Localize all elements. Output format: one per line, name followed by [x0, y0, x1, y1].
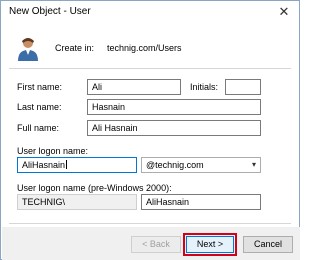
logon-name-value: AliHasnain [22, 160, 66, 170]
pre2000-label: User logon name (pre-Windows 2000): [17, 183, 172, 193]
first-name-field[interactable]: Ali [87, 79, 181, 95]
logon-name-label: User logon name: [17, 146, 89, 156]
last-name-field[interactable]: Hasnain [87, 99, 261, 115]
text-caret [66, 160, 68, 169]
cancel-button[interactable]: Cancel [243, 236, 293, 253]
title-bar: New Object - User ✕ [1, 1, 299, 23]
new-object-user-dialog: New Object - User ✕ Create in: technig.c… [0, 0, 300, 260]
next-button-highlight [183, 233, 237, 256]
footer-divider [9, 223, 291, 224]
full-name-label: Full name: [17, 123, 60, 133]
header-divider [9, 68, 291, 69]
chevron-down-icon: ▾ [251, 160, 256, 169]
logon-name-field[interactable]: AliHasnain [17, 157, 137, 173]
full-name-field[interactable]: Ali Hasnain [87, 120, 261, 136]
back-button[interactable]: < Back [131, 236, 181, 253]
upn-suffix-dropdown[interactable]: @technig.com ▾ [141, 157, 261, 173]
create-in-path: technig.com/Users [107, 43, 182, 53]
last-name-label: Last name: [17, 102, 62, 112]
window-title: New Object - User [9, 6, 91, 17]
upn-suffix-value: @technig.com [146, 160, 204, 170]
initials-label: Initials: [190, 82, 219, 92]
create-in-label: Create in: [55, 43, 95, 53]
pre2000-logon-field[interactable]: AliHasnain [141, 194, 261, 210]
close-button[interactable]: ✕ [273, 3, 295, 21]
first-name-label: First name: [17, 82, 63, 92]
user-icon [18, 38, 38, 61]
pre2000-domain-field: TECHNIG\ [17, 194, 137, 210]
initials-field[interactable] [225, 79, 261, 95]
